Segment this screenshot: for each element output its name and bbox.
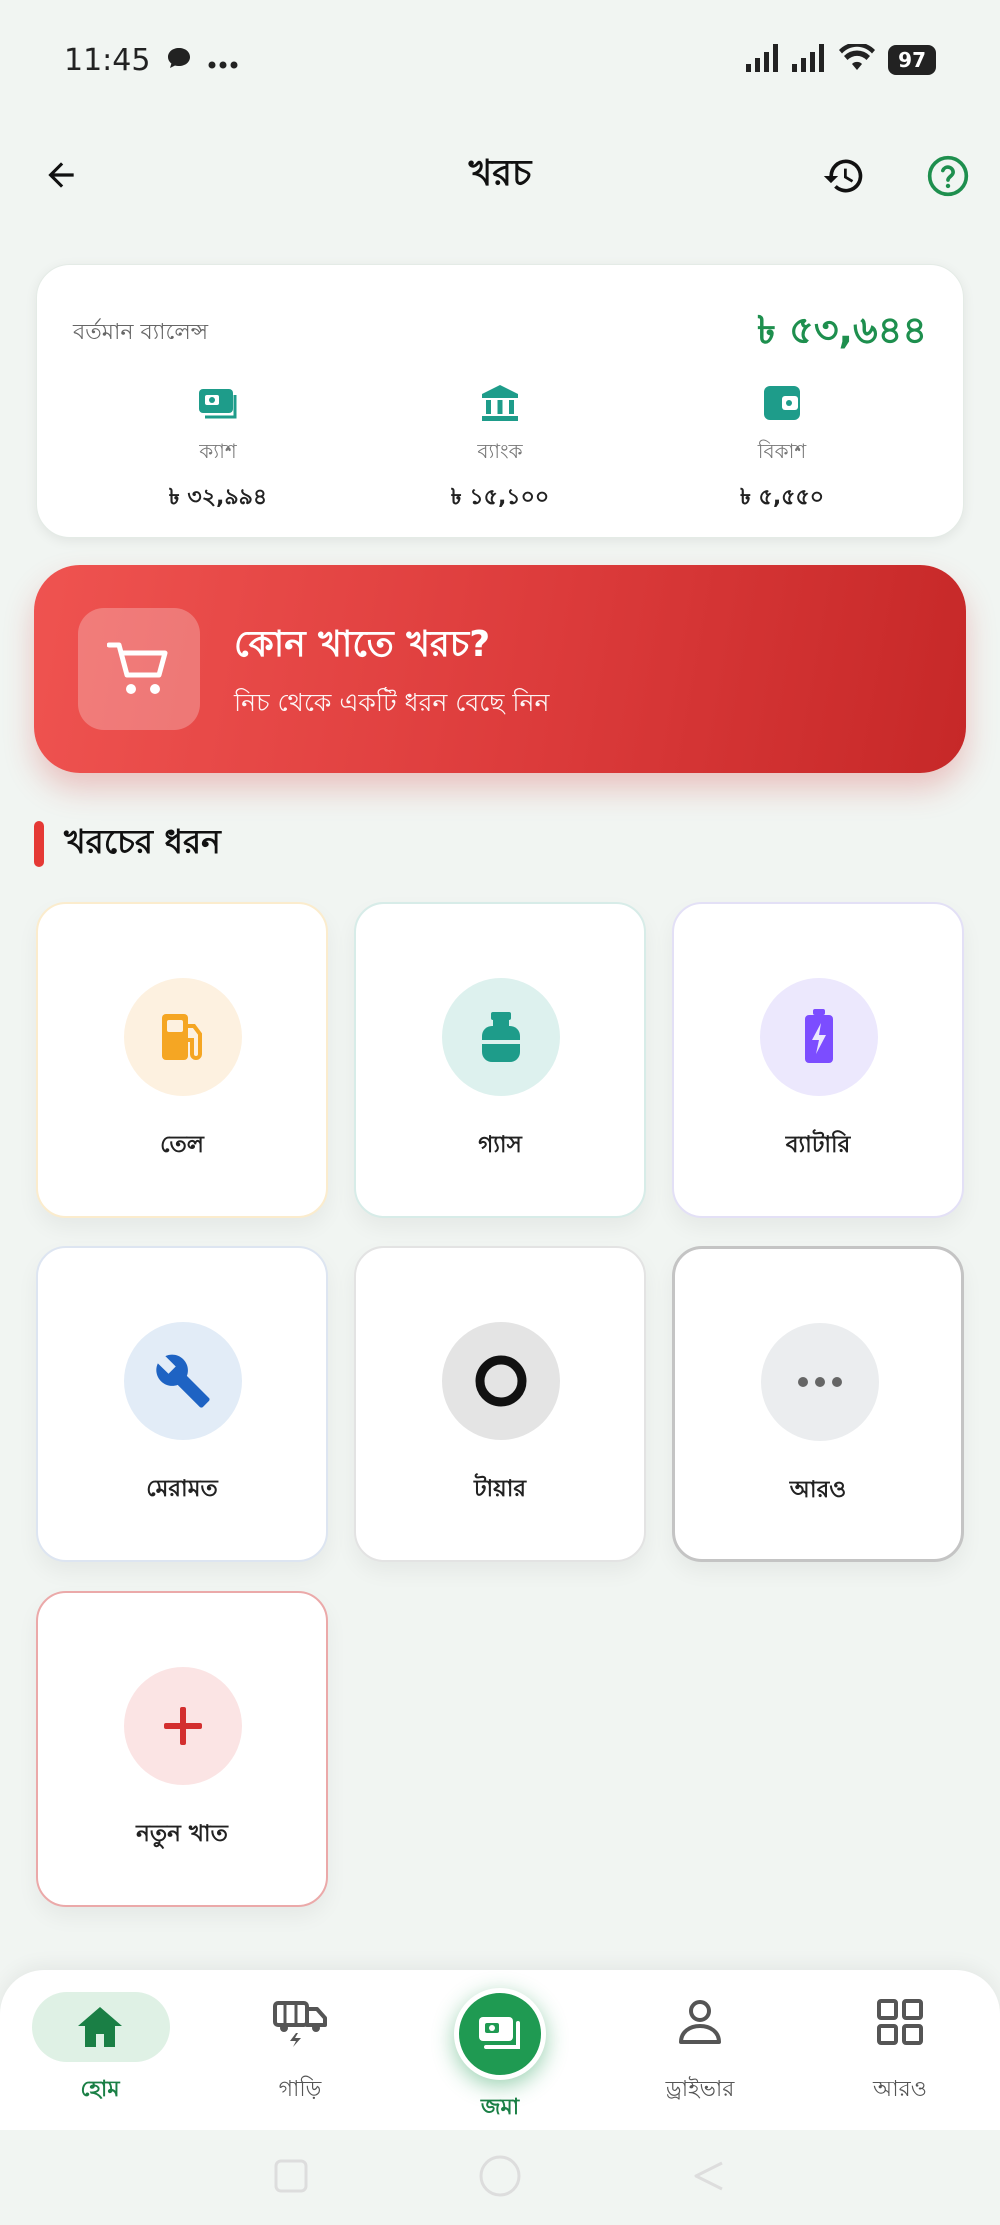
nav-driver[interactable]: ড্রাইভার xyxy=(620,1970,780,2120)
fuel-icon xyxy=(124,978,242,1096)
cart-icon xyxy=(78,608,200,730)
category-label: গ্যাস xyxy=(478,1132,522,1158)
status-bar: 11:45 97 xyxy=(0,0,1000,120)
bottom-nav: হোম গাড়ি জমা ড্রাইভার আরও xyxy=(0,1970,1000,2130)
category-label: টায়ার xyxy=(473,1476,527,1502)
account-bkash: বিকাশ ৳ ৫,৫৫০ xyxy=(682,381,882,517)
category-add-new[interactable]: নতুন খাত xyxy=(36,1591,328,1907)
nav-label: জমা xyxy=(480,2095,520,2120)
back-button[interactable] xyxy=(36,150,86,200)
deposit-icon xyxy=(454,1988,546,2080)
account-amount: ৳ ৩২,৯৯৪ xyxy=(168,485,268,510)
category-more[interactable]: আরও xyxy=(672,1246,964,1562)
balance-card: বর্তমান ব্যালেন্স ৳ ৫৩,৬৪৪ ক্যাশ ৳ ৩২,৯৯… xyxy=(36,264,964,538)
more-status-icon xyxy=(208,43,238,78)
account-amount: ৳ ৫,৫৫০ xyxy=(739,485,825,510)
grid-icon xyxy=(870,1992,930,2052)
home-icon xyxy=(70,1997,130,2057)
nav-label: ড্রাইভার xyxy=(665,2077,735,2102)
account-cash: ক্যাশ ৳ ৩২,৯৯৪ xyxy=(118,381,318,517)
history-button[interactable] xyxy=(818,150,870,202)
category-label: মেরামত xyxy=(146,1476,218,1502)
gas-cylinder-icon xyxy=(442,978,560,1096)
balance-label: বর্তমান ব্যালেন্স xyxy=(73,320,209,345)
nav-deposit[interactable]: জমা xyxy=(420,1970,580,2120)
account-name: ব্যাংক xyxy=(477,439,523,463)
back-triangle-icon[interactable] xyxy=(692,2159,726,2197)
nav-label: আরও xyxy=(873,2077,927,2102)
cash-icon xyxy=(196,381,240,425)
category-battery[interactable]: ব্যাটারি xyxy=(672,902,964,1218)
nav-label: গাড়ি xyxy=(278,2077,322,2102)
driver-icon xyxy=(670,1992,730,2052)
help-button[interactable] xyxy=(922,150,974,202)
tire-icon xyxy=(442,1322,560,1440)
plus-icon xyxy=(124,1667,242,1785)
section-title: খরচের ধরন xyxy=(64,822,221,861)
signal-icon xyxy=(746,44,780,76)
home-circle-icon[interactable] xyxy=(478,2154,522,2202)
category-label: আরও xyxy=(789,1477,847,1503)
arrow-left-icon xyxy=(48,162,74,188)
category-label: ব্যাটারি xyxy=(785,1132,851,1158)
bank-icon xyxy=(478,381,522,425)
system-nav-bar xyxy=(0,2130,1000,2225)
battery-icon xyxy=(760,978,878,1096)
banner-subtitle: নিচ থেকে একটি ধরন বেছে নিন xyxy=(234,688,550,717)
vehicle-icon xyxy=(270,1992,330,2052)
battery-indicator: 97 xyxy=(888,45,936,75)
account-bank: ব্যাংক ৳ ১৫,১০০ xyxy=(400,381,600,517)
more-dots-icon xyxy=(761,1323,879,1441)
app-bar: খরচ xyxy=(0,130,1000,222)
expense-prompt-banner: কোন খাতে খরচ? নিচ থেকে একটি ধরন বেছে নিন xyxy=(34,565,966,773)
section-header: খরচের ধরন xyxy=(34,816,221,872)
page-title: খরচ xyxy=(468,153,532,194)
signal-icon xyxy=(792,44,826,76)
account-name: বিকাশ xyxy=(757,439,807,463)
balance-total: ৳ ৫৩,৬৪৪ xyxy=(757,308,927,352)
nav-label: হোম xyxy=(80,2077,120,2102)
status-time: 11:45 xyxy=(64,42,151,78)
nav-vehicle[interactable]: গাড়ি xyxy=(220,1970,380,2120)
help-icon xyxy=(927,155,969,197)
recents-icon[interactable] xyxy=(274,2159,308,2197)
category-fuel[interactable]: তেল xyxy=(36,902,328,1218)
account-list: ক্যাশ ৳ ৩২,৯৯৪ ব্যাংক ৳ ১৫,১০০ বিকাশ ৳ ৫… xyxy=(37,381,963,517)
chat-bubble-icon xyxy=(166,43,192,78)
wifi-icon xyxy=(838,42,876,76)
category-label: নতুন খাত xyxy=(136,1821,228,1847)
category-label: তেল xyxy=(160,1132,204,1158)
history-icon xyxy=(823,159,863,193)
wrench-icon xyxy=(124,1322,242,1440)
account-name: ক্যাশ xyxy=(199,439,237,463)
wallet-icon xyxy=(760,381,804,425)
category-gas[interactable]: গ্যাস xyxy=(354,902,646,1218)
account-amount: ৳ ১৫,১০০ xyxy=(450,485,550,510)
nav-more[interactable]: আরও xyxy=(820,1970,980,2120)
nav-home[interactable]: হোম xyxy=(20,1970,180,2120)
category-repair[interactable]: মেরামত xyxy=(36,1246,328,1562)
banner-title: কোন খাতে খরচ? xyxy=(234,624,491,665)
section-accent-bar xyxy=(34,821,44,867)
category-tire[interactable]: টায়ার xyxy=(354,1246,646,1562)
